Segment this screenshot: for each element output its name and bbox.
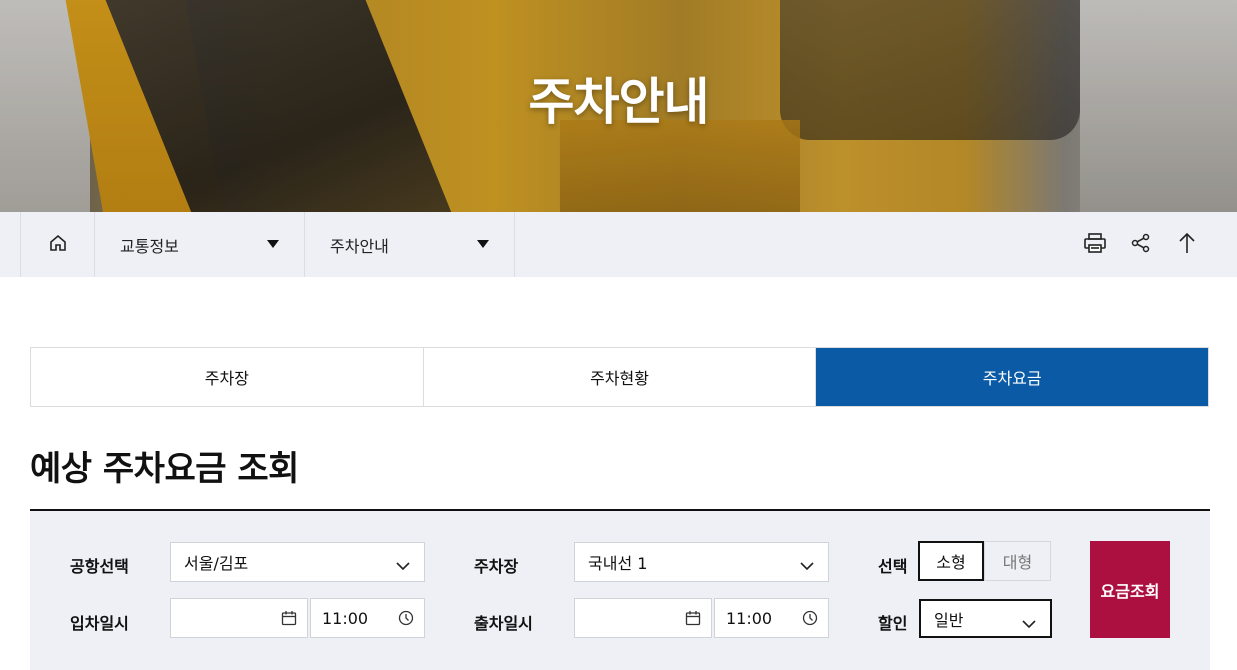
- airport-select[interactable]: 서울/김포: [170, 542, 425, 582]
- print-icon: [1083, 232, 1107, 258]
- breadcrumb-label: 교통정보: [120, 236, 179, 256]
- lot-label: 주차장: [474, 557, 519, 576]
- breadcrumb-parking-dropdown[interactable]: 주차안내: [305, 212, 515, 277]
- fee-search-button[interactable]: 요금조회: [1090, 541, 1170, 638]
- lot-select[interactable]: 국내선 1: [574, 542, 829, 582]
- breadcrumb-label: 주차안내: [330, 236, 389, 256]
- home-icon: [48, 233, 68, 257]
- discount-value: 일반: [934, 610, 964, 630]
- caret-down-icon: [477, 240, 489, 248]
- home-button[interactable]: [20, 212, 95, 277]
- exit-date-input[interactable]: [574, 598, 712, 638]
- exit-time-value: 11:00: [726, 608, 773, 628]
- tab-parking-status[interactable]: 주차현황: [423, 348, 817, 406]
- scroll-top-button[interactable]: [1175, 232, 1199, 258]
- parking-tabs: 주차장 주차현황 주차요금: [30, 347, 1209, 407]
- chevron-down-icon: [396, 556, 410, 575]
- share-icon: [1131, 233, 1151, 257]
- arrow-up-icon: [1178, 232, 1196, 258]
- breadcrumb-traffic-dropdown[interactable]: 교통정보: [95, 212, 305, 277]
- share-button[interactable]: [1129, 233, 1153, 257]
- airport-label: 공항선택: [70, 557, 129, 576]
- section-title: 예상 주차요금 조회: [30, 449, 299, 489]
- calendar-icon: [685, 610, 701, 630]
- size-small-button[interactable]: 소형: [918, 541, 984, 581]
- exit-time-input[interactable]: 11:00: [714, 598, 829, 638]
- size-label: 선택: [878, 557, 908, 576]
- entry-label: 입차일시: [70, 614, 129, 633]
- print-button[interactable]: [1083, 232, 1107, 258]
- discount-label: 할인: [878, 614, 908, 633]
- tab-parking-fee[interactable]: 주차요금: [816, 348, 1209, 406]
- size-large-button[interactable]: 대형: [984, 541, 1051, 581]
- entry-date-input[interactable]: [170, 598, 308, 638]
- lot-value: 국내선 1: [588, 554, 648, 573]
- breadcrumb: 교통정보 주차안내: [0, 212, 1237, 277]
- page-title: 주차안내: [528, 73, 710, 131]
- exit-label: 출차일시: [474, 614, 533, 633]
- clock-icon: [802, 610, 818, 630]
- discount-select[interactable]: 일반: [919, 599, 1052, 638]
- entry-time-value: 11:00: [322, 608, 369, 628]
- chevron-down-icon: [800, 556, 814, 575]
- clock-icon: [398, 610, 414, 630]
- chevron-down-icon: [1022, 614, 1036, 633]
- caret-down-icon: [267, 240, 279, 248]
- hero-banner: 주차안내: [0, 0, 1237, 212]
- entry-time-input[interactable]: 11:00: [310, 598, 425, 638]
- tab-parking-lot[interactable]: 주차장: [31, 348, 424, 406]
- calendar-icon: [281, 610, 297, 630]
- airport-value: 서울/김포: [184, 554, 249, 573]
- fee-search-panel: [30, 511, 1210, 670]
